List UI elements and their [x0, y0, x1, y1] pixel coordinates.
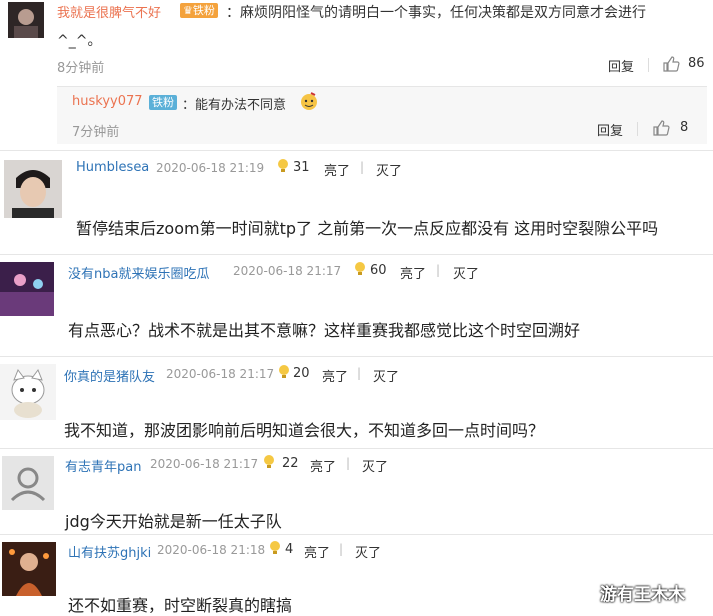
reply-box-top-border — [57, 86, 707, 87]
fan-badge: ♛铁粉 — [180, 3, 218, 18]
light-count: 20 — [293, 366, 310, 381]
username[interactable]: 你真的是猪队友 — [64, 366, 155, 385]
username[interactable]: 我就是很脾气不好 — [57, 2, 161, 21]
timestamp: 2020-06-18 21:17 — [233, 264, 342, 278]
avatar[interactable] — [0, 262, 54, 316]
timestamp: 2020-06-18 21:17 — [150, 457, 259, 471]
reply-username[interactable]: huskyy077 — [72, 94, 143, 109]
comment-text: jdg今天开始就是新一任太子队 — [65, 512, 282, 531]
avatar[interactable] — [8, 2, 44, 38]
lightbulb-icon — [270, 541, 280, 554]
reply-timestamp: 7分钟前 — [72, 125, 120, 140]
reply-button[interactable]: 回复 — [608, 56, 634, 75]
separator: | — [357, 366, 362, 380]
comment-text: 我不知道，那波团影响前后明知道会很大，不知道多回一点时间吗？ — [64, 421, 545, 440]
reply-button[interactable]: 回复 — [597, 120, 623, 139]
avatar-image — [0, 262, 54, 316]
watermark: 游有王木木 — [600, 585, 685, 605]
lightbulb-icon — [355, 262, 365, 275]
avatar[interactable] — [0, 364, 56, 420]
divider — [648, 58, 649, 72]
timestamp: 8分钟前 — [57, 61, 105, 76]
comment-text: 有点恶心？战术不就是出其不意嘛？这样重赛我都感觉比这个时空回溯好 — [68, 321, 581, 340]
thumbs-up-icon[interactable] — [662, 55, 680, 73]
light-count: 31 — [293, 160, 310, 175]
liang-button[interactable]: 亮了 — [310, 456, 336, 475]
light-count: 60 — [370, 263, 387, 278]
crown-icon: ♛ — [183, 4, 193, 17]
comment-text-cont: ^_^。 — [57, 33, 102, 49]
separator: | — [436, 263, 441, 277]
avatar[interactable] — [2, 542, 56, 596]
section-divider — [0, 356, 713, 357]
separator: | — [346, 456, 351, 470]
separator: | — [360, 160, 365, 174]
mie-button[interactable]: 灭了 — [376, 160, 402, 179]
username[interactable]: 没有nba就来娱乐圈吃瓜 — [68, 263, 209, 282]
liang-button[interactable]: 亮了 — [324, 160, 350, 179]
thumbs-up-icon[interactable] — [652, 119, 670, 137]
section-divider — [0, 150, 713, 151]
reply-text: ：能有办法不同意 — [182, 98, 287, 113]
liang-button[interactable]: 亮了 — [322, 366, 348, 385]
emoji-icon — [299, 91, 319, 111]
divider — [637, 122, 638, 136]
avatar-image — [8, 2, 44, 38]
default-avatar-icon — [2, 456, 54, 510]
light-count: 4 — [285, 542, 294, 557]
avatar[interactable] — [4, 160, 62, 218]
liang-button[interactable]: 亮了 — [400, 263, 426, 282]
comment-text: 还不如重赛，时空断裂真的瞎搞 — [68, 596, 293, 615]
comment-text: ：麻烦阴阳怪气的请明白一个事实，任何决策都是双方同意才会进行 — [226, 5, 646, 21]
timestamp: 2020-06-18 21:19 — [156, 161, 265, 175]
lightbulb-icon — [264, 455, 274, 468]
avatar-image — [4, 160, 62, 218]
comment-text: 暂停结束后zoom第一时间就tp了 之前第一次一点反应都没有 这用时空裂隙公平吗 — [76, 219, 659, 238]
light-count: 22 — [282, 456, 299, 471]
avatar-image — [0, 364, 56, 420]
section-divider — [0, 448, 713, 449]
avatar[interactable] — [2, 456, 54, 510]
fan-badge: 铁粉 — [149, 95, 177, 110]
liang-button[interactable]: 亮了 — [304, 542, 330, 561]
separator: | — [339, 542, 344, 556]
timestamp: 2020-06-18 21:17 — [166, 367, 275, 381]
avatar-image — [2, 542, 56, 596]
like-count: 8 — [680, 120, 689, 135]
like-count: 86 — [688, 56, 705, 71]
section-divider — [0, 534, 713, 535]
username[interactable]: Humblesea — [76, 160, 149, 175]
lightbulb-icon — [278, 159, 288, 172]
username[interactable]: 山有扶苏ghjki — [68, 542, 151, 561]
lightbulb-icon — [279, 365, 289, 378]
mie-button[interactable]: 灭了 — [355, 542, 381, 561]
username[interactable]: 有志青年pan — [65, 456, 141, 475]
mie-button[interactable]: 灭了 — [373, 366, 399, 385]
mie-button[interactable]: 灭了 — [362, 456, 388, 475]
section-divider — [0, 254, 713, 255]
mie-button[interactable]: 灭了 — [453, 263, 479, 282]
timestamp: 2020-06-18 21:18 — [157, 543, 266, 557]
